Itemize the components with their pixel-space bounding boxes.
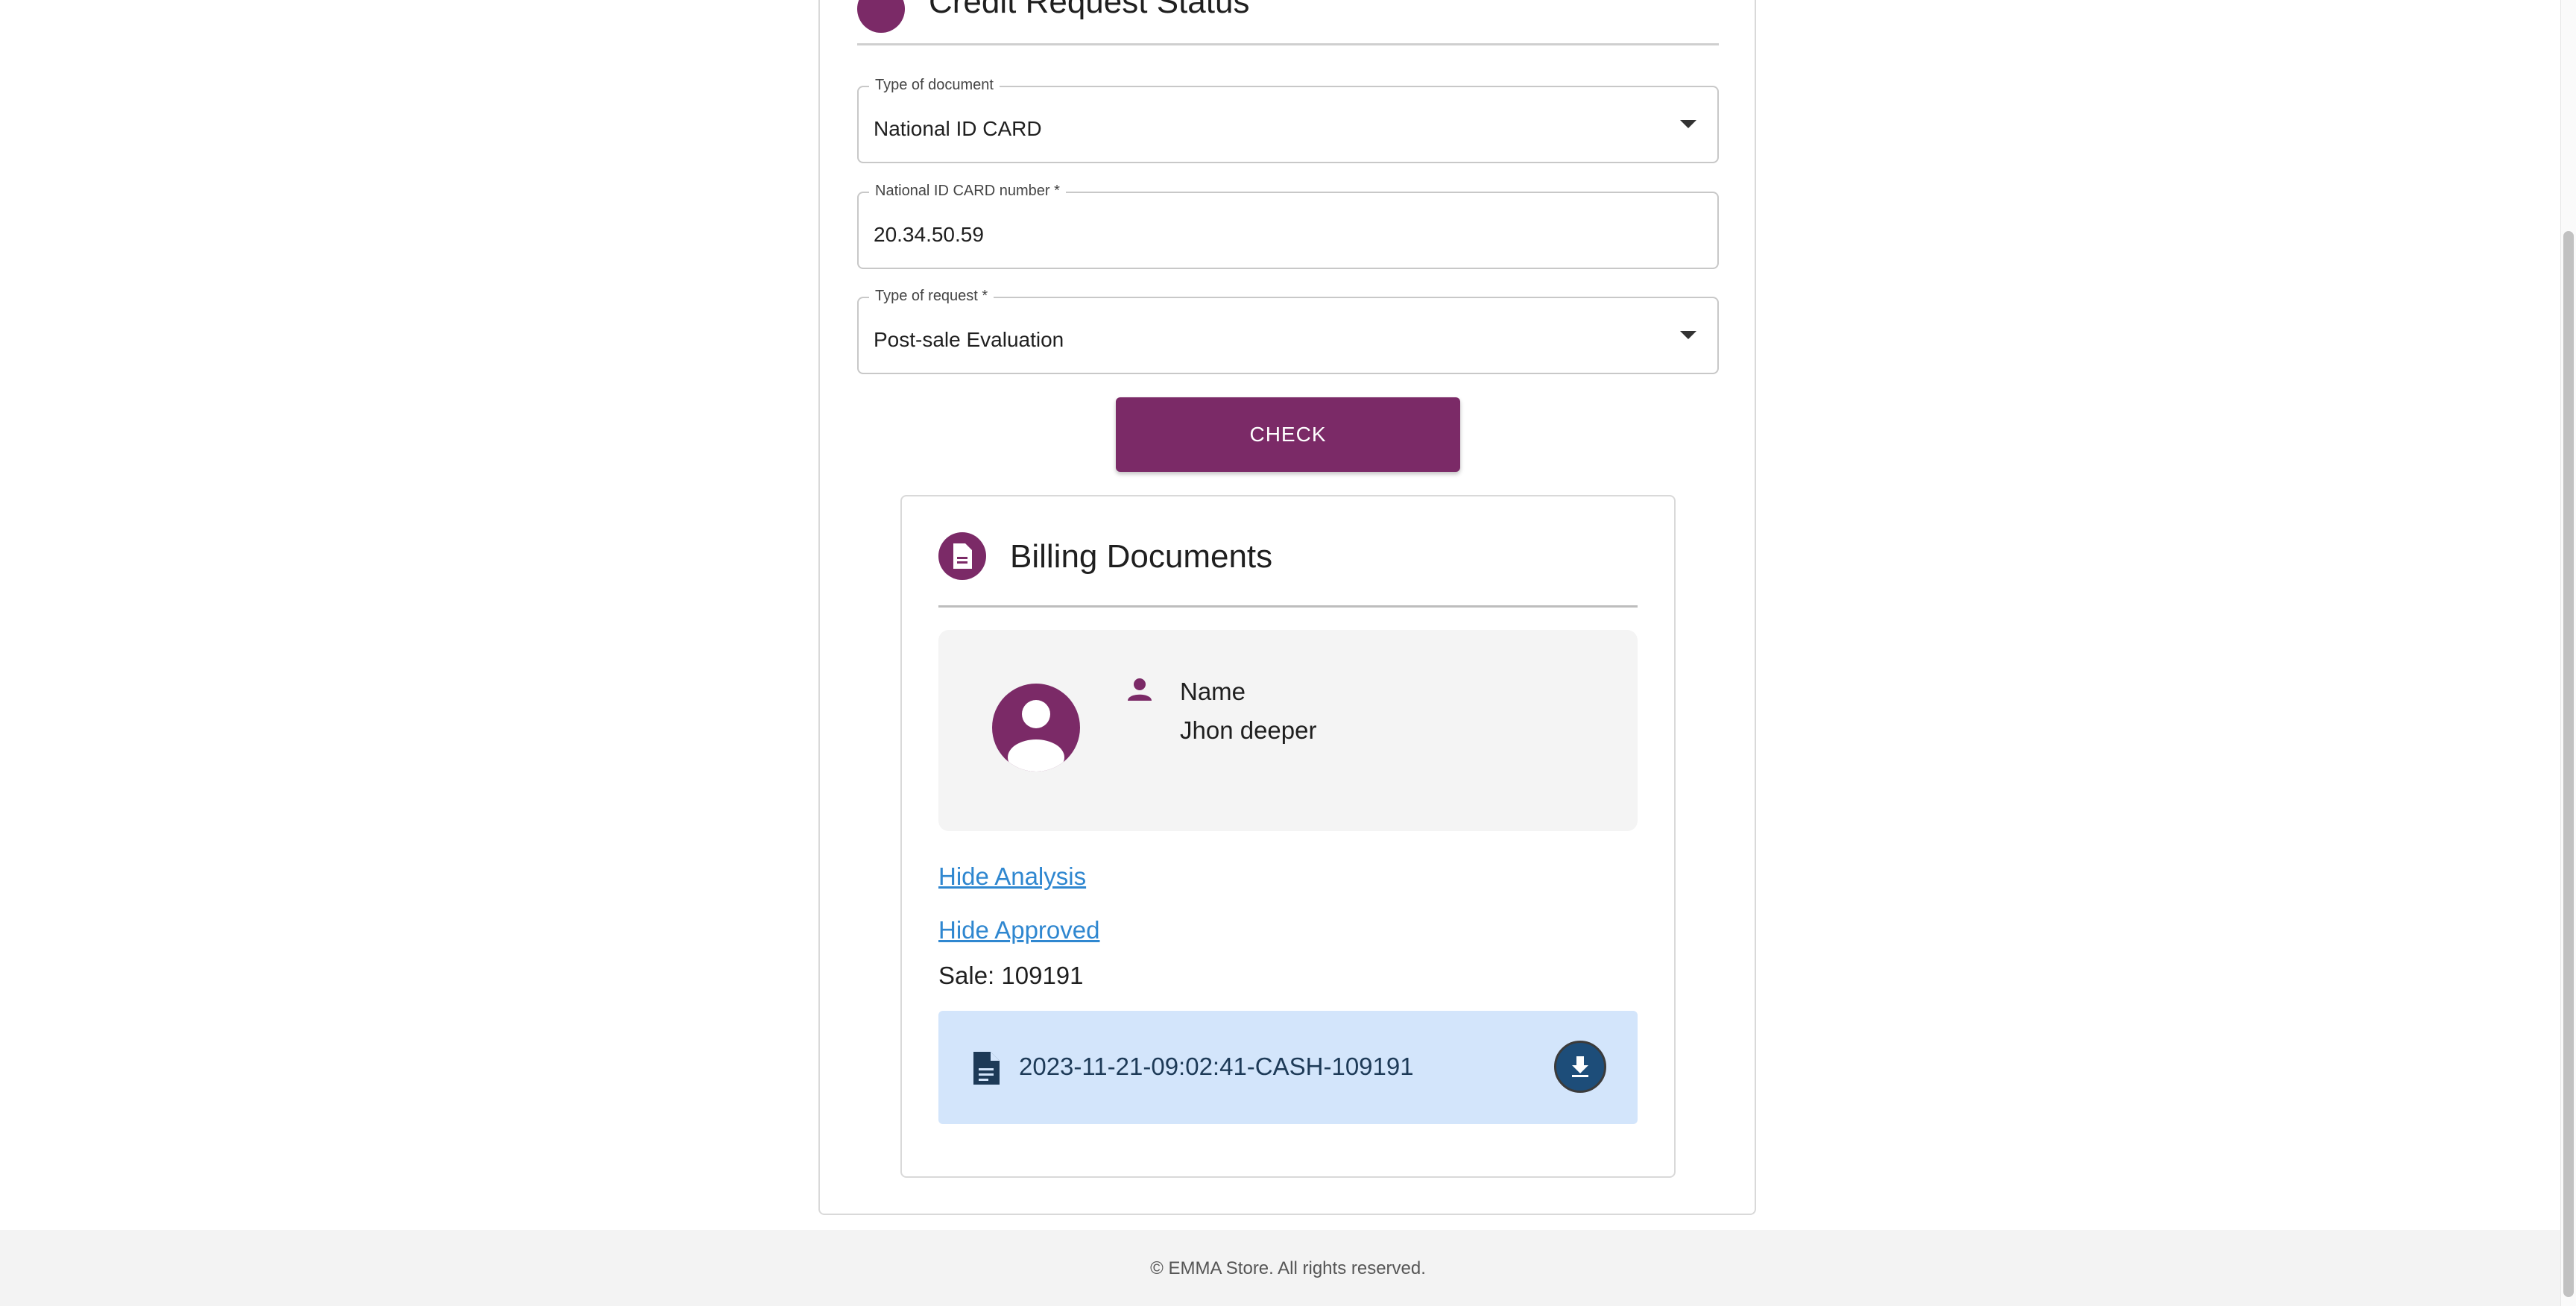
card-title: Credit Request Status [929, 0, 1250, 20]
hide-approved-link[interactable]: Hide Approved [938, 916, 1099, 944]
billing-header: Billing Documents [938, 532, 1638, 608]
dropdown-arrow-icon [1680, 331, 1696, 339]
file-name: 2023-11-21-09:02:41-CASH-109191 [1019, 1053, 1414, 1080]
scrollbar[interactable] [2560, 0, 2576, 1306]
hide-analysis-link[interactable]: Hide Analysis [938, 862, 1086, 891]
billing-title: Billing Documents [1010, 538, 1273, 575]
scrollbar-thumb[interactable] [2563, 231, 2574, 1297]
document-type-select[interactable]: Type of document National ID CARD [857, 77, 1719, 163]
document-icon [938, 532, 986, 580]
download-button[interactable] [1554, 1041, 1606, 1093]
customer-profile: Name Jhon deeper [938, 630, 1638, 831]
id-number-field[interactable]: National ID CARD number * 20.34.50.59 [857, 183, 1719, 269]
person-icon [1126, 676, 1153, 703]
request-type-select[interactable]: Type of request * Post-sale Evaluation [857, 288, 1719, 374]
request-type-label: Type of request * [869, 288, 994, 305]
id-number-label: National ID CARD number * [869, 183, 1066, 200]
billing-file-item: 2023-11-21-09:02:41-CASH-109191 [938, 1011, 1638, 1124]
copyright-text: © EMMA Store. All rights reserved. [1150, 1258, 1426, 1278]
document-type-label: Type of document [869, 77, 1000, 94]
document-type-value: National ID CARD [874, 117, 1042, 140]
footer: © EMMA Store. All rights reserved. [0, 1230, 2561, 1306]
sale-number: Sale: 109191 [938, 962, 1084, 989]
request-type-value: Post-sale Evaluation [874, 328, 1064, 351]
name-value: Jhon deeper [1180, 716, 1317, 744]
check-button[interactable]: CHECK [1116, 397, 1460, 472]
dropdown-arrow-icon [1680, 120, 1696, 128]
card-header: Credit Request Status [857, 0, 1719, 45]
download-icon [1572, 1056, 1588, 1077]
id-number-value: 20.34.50.59 [874, 223, 984, 246]
avatar-icon [992, 684, 1080, 772]
file-icon [971, 1051, 1001, 1085]
document-icon [857, 0, 905, 33]
name-label: Name [1180, 678, 1246, 705]
page: Credit Request Status Type of document N… [0, 0, 2561, 1306]
